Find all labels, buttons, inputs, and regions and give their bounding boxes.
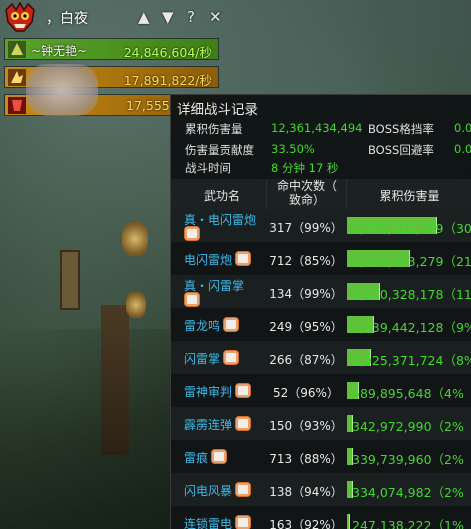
table-row[interactable]: 闪雷掌 266（87%） 1,025,371,724（8% bbox=[171, 341, 471, 374]
damage-value: 3,765,919,689（30% bbox=[352, 221, 471, 236]
panel-title: 详细战斗记录 bbox=[177, 102, 258, 118]
skill-name: 霹雳连弹 bbox=[184, 418, 233, 432]
damage-value: 1,025,371,724（8% bbox=[352, 353, 471, 368]
lantern-icon bbox=[126, 292, 146, 318]
fist-skill-icon bbox=[211, 449, 227, 464]
battle-time-label: 战斗时间 bbox=[185, 161, 231, 175]
damage-column-header[interactable]: 累积伤害量 bbox=[347, 187, 471, 204]
boss-evade-value: 0.0 bbox=[454, 142, 471, 156]
skill-name: 雷龙鸣 bbox=[184, 319, 221, 333]
damage-value: 339,739,960（2% bbox=[352, 452, 464, 467]
move-up-button[interactable]: ▲ bbox=[138, 8, 150, 26]
hit-count: 150（93%） bbox=[269, 419, 343, 433]
dps-value: 17,555 bbox=[126, 98, 170, 113]
fist-skill-icon bbox=[235, 383, 251, 398]
boss-block-label: BOSS格挡率 bbox=[368, 122, 434, 136]
battle-time-value: 8 分钟 17 秒 bbox=[271, 161, 339, 175]
damage-value: 1,470,328,178（11% bbox=[352, 287, 471, 302]
move-down-button[interactable]: ▼ bbox=[162, 8, 174, 26]
dps-value: 17,891,822/秒 bbox=[123, 73, 212, 88]
hit-count: 163（92%） bbox=[269, 518, 343, 529]
class-icon bbox=[8, 41, 26, 58]
blurred-player-name bbox=[26, 64, 98, 116]
damage-value: 342,972,990（2% bbox=[352, 419, 464, 434]
table-row[interactable]: 闪电风暴 138（94%） 334,074,982（2% bbox=[171, 473, 471, 506]
fist-skill-icon bbox=[184, 292, 200, 307]
hit-count: 138（94%） bbox=[269, 485, 343, 499]
dps-value: 24,846,604/秒 bbox=[123, 45, 212, 60]
fist-skill-icon bbox=[235, 416, 251, 431]
boss-skull-icon bbox=[4, 1, 36, 32]
fist-skill-icon bbox=[223, 350, 239, 365]
hit-count: 52（96%） bbox=[273, 386, 339, 400]
dps-row[interactable]: ~钟无艳~ 24,846,604/秒 bbox=[4, 38, 219, 60]
table-row[interactable]: 电闪雷炮 712（85%） 2,659,923,279（21% bbox=[171, 242, 471, 275]
table-row[interactable]: 真・电闪雷炮 317（99%） 3,765,919,689（30% bbox=[171, 209, 471, 242]
damage-bar bbox=[347, 514, 350, 529]
hit-count: 249（95%） bbox=[269, 320, 343, 334]
total-damage-label: 累积伤害量 bbox=[185, 122, 243, 136]
boss-block-value: 0.0 bbox=[454, 121, 471, 135]
fist-skill-icon bbox=[235, 251, 251, 266]
skill-name: 雷痕 bbox=[184, 451, 209, 465]
damage-value: 1,139,442,128（9% bbox=[352, 320, 471, 335]
damage-value: 247,138,222（1% bbox=[352, 518, 464, 529]
table-row[interactable]: 雷痕 713（88%） 339,739,960（2% bbox=[171, 440, 471, 473]
damage-value: 2,659,923,279（21% bbox=[352, 254, 471, 269]
table-header: 武功名 命中次数（ 致命） 累积伤害量 bbox=[171, 179, 471, 209]
table-row[interactable]: 雷神审判 52（96%） 589,895,648（4% bbox=[171, 374, 471, 407]
hit-count: 134（99%） bbox=[269, 287, 343, 301]
hits-column-header[interactable]: 命中次数（ 致命） bbox=[267, 179, 347, 207]
skill-name: 闪雷掌 bbox=[184, 352, 221, 366]
skill-name: 闪电风暴 bbox=[184, 484, 233, 498]
fist-skill-icon bbox=[223, 317, 239, 332]
lantern-icon bbox=[122, 222, 148, 256]
stone-tablet bbox=[60, 250, 80, 310]
combat-detail-panel: 详细战斗记录 累积伤害量 12,361,434,494 伤害量贡献度 33.50… bbox=[170, 94, 471, 529]
hit-count: 712（85%） bbox=[269, 254, 343, 268]
wooden-post bbox=[101, 305, 129, 455]
table-row[interactable]: 霹雳连弹 150（93%） 342,972,990（2% bbox=[171, 407, 471, 440]
skill-column-header[interactable]: 武功名 bbox=[181, 187, 263, 204]
player-name: ~钟无艳~ bbox=[31, 44, 88, 58]
table-row[interactable]: 连锁雷电 163（92%） 247,138,222（1% bbox=[171, 506, 471, 529]
class-icon bbox=[8, 97, 26, 114]
hit-count: 713（88%） bbox=[269, 452, 343, 466]
damage-value: 334,074,982（2% bbox=[352, 485, 464, 500]
boss-name: ，白夜 bbox=[46, 11, 88, 27]
table-row[interactable]: 真・闪雷掌 134（99%） 1,470,328,178（11% bbox=[171, 275, 471, 308]
table-row[interactable]: 雷龙鸣 249（95%） 1,139,442,128（9% bbox=[171, 308, 471, 341]
skill-name: 电闪雷炮 bbox=[184, 253, 233, 267]
skill-name: 连锁雷电 bbox=[184, 517, 233, 529]
hit-count: 266（87%） bbox=[269, 353, 343, 367]
boss-bar: ，白夜 ▲ ▼ ? ✕ bbox=[0, 0, 232, 36]
class-icon bbox=[8, 69, 26, 86]
skill-name: 雷神审判 bbox=[184, 385, 233, 399]
ground-shadow bbox=[0, 329, 175, 529]
fist-skill-icon bbox=[184, 226, 200, 241]
contribution-label: 伤害量贡献度 bbox=[185, 143, 254, 157]
contribution-value: 33.50% bbox=[271, 142, 315, 156]
fist-skill-icon bbox=[235, 515, 251, 529]
help-button[interactable]: ? bbox=[187, 8, 195, 26]
close-button[interactable]: ✕ bbox=[209, 8, 222, 26]
damage-value: 589,895,648（4% bbox=[352, 386, 464, 401]
hit-count: 317（99%） bbox=[269, 221, 343, 235]
total-damage-value: 12,361,434,494 bbox=[271, 121, 363, 135]
boss-evade-label: BOSS回避率 bbox=[368, 143, 434, 157]
fist-skill-icon bbox=[235, 482, 251, 497]
